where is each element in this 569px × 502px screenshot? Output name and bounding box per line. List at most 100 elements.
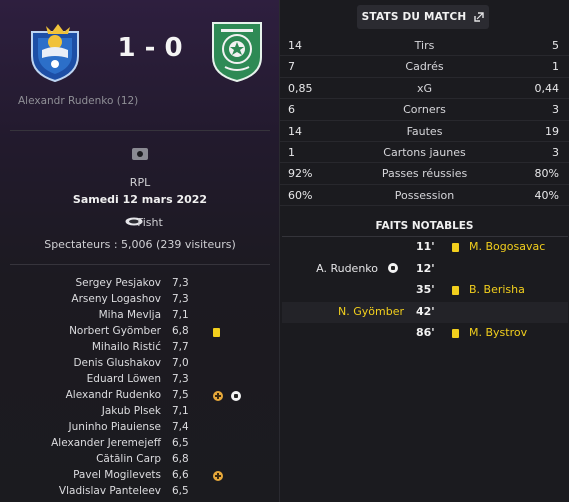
lineup-row[interactable]: Mihailo Ristić 7,7	[0, 340, 280, 356]
stat-row: 60% Possession 40%	[280, 185, 569, 207]
player-rating: 6,6	[172, 469, 189, 481]
attendance: Spectateurs : 5,006 (239 visiteurs)	[44, 238, 236, 251]
player-rating: 7,3	[172, 373, 189, 385]
sochi-crest-icon[interactable]	[22, 18, 88, 84]
player-name[interactable]: Denis Glushakov	[73, 357, 161, 369]
stats-title: STATS DU MATCH	[361, 11, 467, 23]
stat-away-value: 5	[552, 39, 559, 52]
player-name[interactable]: Miha Mevlja	[99, 309, 161, 321]
player-rating: 7,4	[172, 421, 189, 433]
player-name[interactable]: Juninho Piauiense	[69, 421, 161, 433]
match-date: Samedi 12 mars 2022	[72, 193, 208, 206]
lineup-row[interactable]: Alexandr Rudenko 7,5	[0, 388, 280, 404]
competition-name[interactable]: RPL	[0, 176, 280, 189]
event-minute: 86'	[416, 326, 435, 339]
stat-label: Corners	[403, 103, 446, 117]
player-rating: 7,1	[172, 309, 189, 321]
stat-away-value: 19	[545, 124, 559, 138]
yellow-card-icon	[452, 329, 459, 338]
event-icon	[388, 262, 398, 276]
lineup-row[interactable]: Pavel Mogilevets 6,6	[0, 468, 280, 484]
player-name[interactable]: Pavel Mogilevets	[73, 469, 161, 481]
event-player[interactable]: A. Rudenko	[316, 262, 378, 275]
event-player[interactable]: M. Bystrov	[469, 326, 527, 339]
goal-ball-icon	[231, 391, 241, 401]
event-minute: 12'	[416, 261, 435, 275]
lineup-row[interactable]: Vladislav Panteleev 6,5	[0, 484, 280, 500]
player-name[interactable]: Norbert Gyömber	[69, 325, 161, 337]
lineup-row[interactable]: Denis Glushakov 7,0	[0, 356, 280, 372]
event-row[interactable]: 42' N. Gyömber	[280, 303, 569, 321]
player-name[interactable]: Cătălin Carp	[96, 453, 161, 465]
player-rating: 7,7	[172, 341, 189, 353]
home-scorer[interactable]: Alexandr Rudenko (12)	[18, 95, 138, 107]
stat-row: 14 Fautes 19	[280, 121, 569, 142]
event-row[interactable]: 12' A. Rudenko	[280, 260, 569, 278]
event-player[interactable]: N. Gyömber	[338, 305, 404, 318]
event-player[interactable]: M. Bogosavac	[469, 240, 545, 253]
match-score: 1 - 0	[117, 33, 183, 63]
separator	[10, 130, 270, 131]
player-name[interactable]: Arseny Logashov	[71, 293, 161, 305]
player-rating: 7,3	[172, 293, 189, 305]
stat-row: 6 Corners 3	[280, 99, 569, 121]
stat-label: Passes réussies	[381, 167, 468, 181]
stats-list: 14 Tirs 5 7 Cadrés 1 0,85 xG 0,44 6 Corners 3 14 Faut…	[280, 35, 569, 207]
lineup-row[interactable]: Eduard Löwen 7,3	[0, 372, 280, 388]
expand-icon[interactable]	[474, 12, 485, 22]
stat-label: Cadrés	[405, 60, 444, 74]
player-name[interactable]: Jakub Plsek	[102, 405, 161, 417]
substitution-icon	[213, 391, 223, 401]
lineup-row[interactable]: Cătălin Carp 6,8	[0, 452, 280, 468]
player-event-icon	[213, 471, 223, 484]
player-rating: 7,3	[172, 277, 189, 289]
event-icon	[452, 285, 459, 298]
stat-away-value: 0,44	[534, 81, 560, 95]
lineup-row[interactable]: Arseny Logashov 7,3	[0, 292, 280, 308]
lineup-row[interactable]: Sergey Pesjakov 7,3	[0, 276, 280, 292]
home-lineup: Sergey Pesjakov 7,3 Arseny Logashov 7,3 Miha…	[0, 276, 280, 500]
player-name[interactable]: Vladislav Panteleev	[59, 485, 161, 497]
yellow-card-icon	[452, 286, 459, 295]
stat-away-value: 1	[552, 60, 559, 74]
player-event-icon	[231, 391, 241, 404]
event-minute: 11'	[416, 240, 435, 253]
stat-away-value: 3	[552, 103, 559, 117]
lineup-row[interactable]: Alexander Jeremejeff 6,5	[0, 436, 280, 452]
player-name[interactable]: Mihailo Ristić	[92, 341, 161, 353]
player-rating: 6,8	[172, 453, 189, 465]
yellow-card-icon	[213, 328, 220, 337]
competition-logo-icon	[132, 148, 148, 160]
player-rating: 7,5	[172, 389, 189, 401]
lineup-row[interactable]: Juninho Piauiense 7,4	[0, 420, 280, 436]
stat-row: 92% Passes réussies 80%	[280, 163, 569, 185]
akhmat-crest-icon[interactable]	[207, 17, 267, 83]
event-icon	[452, 328, 459, 341]
stats-header-button[interactable]: STATS DU MATCH	[357, 5, 489, 29]
player-event-icon	[213, 391, 223, 404]
stat-label: Tirs	[414, 39, 435, 52]
stat-row: 14 Tirs 5	[280, 35, 569, 57]
separator	[10, 264, 270, 265]
player-name[interactable]: Eduard Löwen	[87, 373, 161, 385]
player-rating: 7,0	[172, 357, 189, 369]
lineup-row[interactable]: Jakub Plsek 7,1	[0, 404, 280, 420]
event-row[interactable]: 11' M. Bogosavac	[280, 238, 569, 256]
event-icon	[452, 242, 459, 255]
yellow-card-icon	[452, 243, 459, 252]
stat-label: Fautes	[406, 124, 443, 138]
player-rating: 6,5	[172, 437, 189, 449]
lineup-row[interactable]: Norbert Gyömber 6,8	[0, 324, 280, 340]
player-rating: 6,5	[172, 485, 189, 497]
event-player[interactable]: B. Berisha	[469, 283, 525, 296]
event-row[interactable]: 35' B. Berisha	[280, 281, 569, 299]
stat-away-value: 80%	[534, 167, 559, 181]
player-name[interactable]: Alexandr Rudenko	[66, 389, 161, 401]
player-name[interactable]: Sergey Pesjakov	[75, 277, 161, 289]
stadium-name[interactable]: Fisht	[0, 216, 280, 229]
stat-away-value: 3	[552, 145, 559, 159]
events-title: FAITS NOTABLES	[375, 220, 474, 232]
player-name[interactable]: Alexander Jeremejeff	[51, 437, 161, 449]
lineup-row[interactable]: Miha Mevlja 7,1	[0, 308, 280, 324]
event-row[interactable]: 86' M. Bystrov	[280, 324, 569, 342]
